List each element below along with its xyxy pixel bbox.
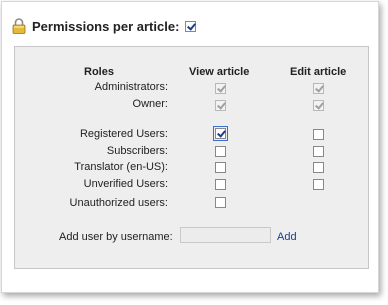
view-checkbox-administrators: [215, 83, 226, 94]
page-title: Permissions per article:: [32, 18, 180, 34]
view-checkbox-registered-users[interactable]: [213, 126, 228, 141]
add-user-link[interactable]: Add: [277, 231, 297, 243]
role-label-owner: Owner:: [132, 98, 168, 110]
lock-icon: [12, 18, 26, 34]
edit-checkbox-unverified-users[interactable]: [313, 179, 324, 190]
view-checkbox-translator[interactable]: [215, 162, 226, 173]
role-label-registered-users: Registered Users:: [79, 128, 168, 140]
roles-column-header: Roles: [84, 66, 114, 78]
role-label-translator: Translator (en-US):: [74, 161, 168, 173]
view-column-header: View article: [189, 66, 250, 78]
edit-checkbox-owner: [313, 100, 324, 111]
view-checkbox-subscribers[interactable]: [215, 146, 226, 157]
edit-checkbox-subscribers[interactable]: [313, 146, 324, 157]
permissions-window: Permissions per article: Roles View arti…: [1, 1, 379, 293]
view-checkbox-unverified-users[interactable]: [215, 179, 226, 190]
role-label-unauthorized-users: Unauthorized users:: [69, 197, 168, 209]
edit-column-header: Edit article: [290, 66, 347, 78]
permissions-header: Permissions per article:: [12, 18, 197, 34]
edit-checkbox-administrators: [313, 83, 324, 94]
permissions-panel: Roles View article Edit article Administ…: [14, 46, 369, 269]
role-label-administrators: Administrators:: [94, 81, 168, 93]
view-checkbox-owner: [215, 100, 226, 111]
username-input[interactable]: [180, 227, 271, 243]
edit-checkbox-registered-users[interactable]: [313, 129, 324, 140]
role-label-subscribers: Subscribers:: [106, 145, 168, 157]
edit-checkbox-translator[interactable]: [313, 162, 324, 173]
permissions-enabled-checkbox[interactable]: [185, 20, 197, 32]
add-user-label: Add user by username:: [59, 231, 173, 243]
view-checkbox-unauthorized-users[interactable]: [215, 197, 226, 208]
role-label-unverified-users: Unverified Users:: [83, 178, 168, 190]
